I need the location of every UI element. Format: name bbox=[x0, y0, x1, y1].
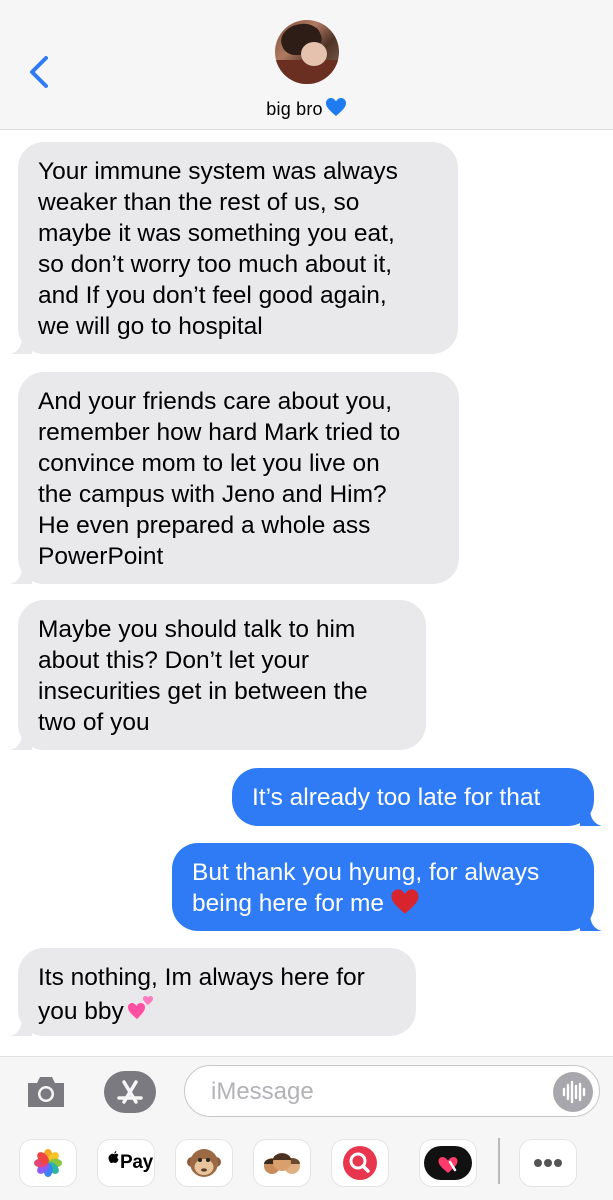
contact-name-label: big bro bbox=[266, 99, 323, 119]
photos-app-button[interactable] bbox=[20, 1140, 76, 1186]
message-text-line: weaker than the rest of us, so bbox=[38, 189, 360, 216]
digital-touch-icon bbox=[424, 1146, 472, 1180]
message-text-line: insecurities get in between the bbox=[38, 678, 368, 705]
image-search-icon bbox=[343, 1146, 377, 1180]
two-hearts-emoji-icon bbox=[126, 993, 156, 1031]
message-text-line: PowerPoint bbox=[38, 543, 164, 570]
camera-button[interactable] bbox=[24, 1073, 68, 1111]
message-text-line: and If you don’t feel good again, bbox=[38, 282, 387, 309]
app-drawer: Pay bbox=[0, 1126, 613, 1200]
received-message-bubble[interactable]: Its nothing, Im always here for you bby bbox=[10, 948, 416, 1036]
received-message-bubble[interactable]: Your immune system was always weaker tha… bbox=[10, 142, 458, 354]
message-text-line: the campus with Jeno and Him? bbox=[38, 481, 387, 508]
photos-icon bbox=[34, 1149, 62, 1177]
apple-pay-button[interactable]: Pay bbox=[98, 1140, 154, 1186]
more-icon bbox=[534, 1159, 562, 1167]
animoji-app-button[interactable] bbox=[176, 1140, 232, 1186]
message-text-line: remember how hard Mark tried to bbox=[38, 419, 401, 446]
memoji-stickers-app-button[interactable] bbox=[254, 1140, 310, 1186]
message-composer: iMessage bbox=[0, 1056, 613, 1126]
message-thread[interactable]: Your immune system was always weaker tha… bbox=[0, 130, 613, 1056]
message-text-line: And your friends care about you, bbox=[38, 388, 393, 415]
audio-message-button[interactable] bbox=[553, 1072, 593, 1112]
more-apps-button[interactable] bbox=[520, 1140, 576, 1186]
sent-message-bubble[interactable]: But thank you hyung, for always being he… bbox=[172, 843, 602, 931]
blue-heart-icon bbox=[325, 97, 347, 122]
imessage-placeholder: iMessage bbox=[211, 1078, 314, 1105]
app-store-icon bbox=[104, 1071, 156, 1113]
message-text-line: about this? Don’t let your bbox=[38, 647, 310, 674]
message-text-line: Its nothing, Im always here for bbox=[38, 964, 365, 991]
contact-name[interactable]: big bro bbox=[0, 97, 613, 122]
received-message-bubble[interactable]: Maybe you should talk to him about this?… bbox=[10, 600, 426, 750]
camera-icon bbox=[28, 1077, 64, 1107]
back-button[interactable] bbox=[22, 50, 58, 94]
digital-touch-app-button[interactable] bbox=[420, 1140, 476, 1186]
message-text-line: you bby bbox=[38, 998, 124, 1025]
waveform-icon bbox=[562, 1080, 586, 1104]
message-text-line: so don’t worry too much about it, bbox=[38, 251, 393, 278]
message-text-line: we will go to hospital bbox=[38, 313, 263, 340]
message-text-line: being here for me bbox=[192, 890, 385, 917]
image-search-app-button[interactable] bbox=[332, 1140, 388, 1186]
message-text-line: But thank you hyung, for always bbox=[192, 859, 540, 886]
message-text-line: convince mom to let you live on bbox=[38, 450, 380, 477]
message-text-line: Maybe you should talk to him bbox=[38, 616, 356, 643]
message-text-line: two of you bbox=[38, 709, 150, 736]
drawer-divider bbox=[498, 1138, 500, 1184]
imessage-input[interactable]: iMessage bbox=[184, 1065, 600, 1117]
chevron-left-icon bbox=[30, 56, 48, 88]
conversation-header: big bro bbox=[0, 0, 613, 130]
received-message-bubble[interactable]: And your friends care about you, remembe… bbox=[10, 372, 459, 584]
message-text-line: Your immune system was always bbox=[38, 158, 398, 185]
red-heart-emoji-icon bbox=[390, 888, 420, 923]
apple-pay-label: Pay bbox=[120, 1152, 153, 1173]
memoji-stickers-icon bbox=[264, 1153, 300, 1174]
app-store-button[interactable] bbox=[102, 1069, 158, 1115]
message-text-line: It’s already too late for that bbox=[252, 784, 541, 811]
sent-message-bubble[interactable]: It’s already too late for that bbox=[232, 768, 602, 826]
contact-avatar[interactable] bbox=[275, 20, 339, 84]
message-text-line: He even prepared a whole ass bbox=[38, 512, 371, 539]
message-text-line: maybe it was something you eat, bbox=[38, 220, 395, 247]
monkey-memoji-icon bbox=[187, 1149, 221, 1177]
